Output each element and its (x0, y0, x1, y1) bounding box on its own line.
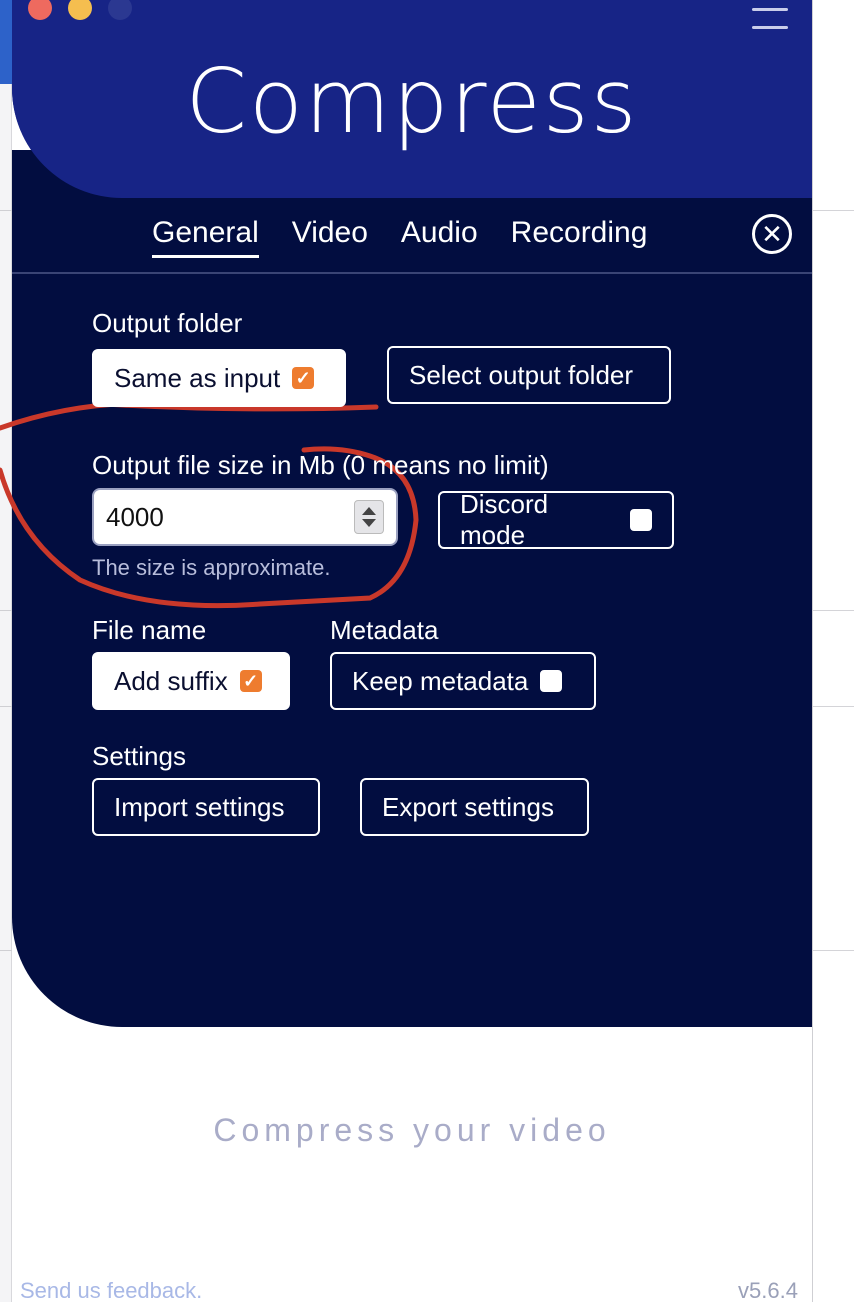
stepper-down-arrow-icon[interactable] (362, 519, 376, 527)
settings-tabs: General Video Audio Recording (152, 214, 647, 258)
keep-metadata-label: Keep metadata (352, 665, 529, 696)
app-logo: Compress (185, 50, 639, 153)
background-divider (0, 610, 12, 611)
close-circle-icon[interactable]: ✕ (752, 214, 792, 254)
file-size-value[interactable]: 4000 (106, 502, 164, 533)
compress-tagline: Compress your video (213, 1112, 611, 1148)
background-divider (0, 950, 12, 951)
select-output-folder-label: Select output folder (409, 359, 634, 390)
discord-mode-toggle[interactable]: Discord mode (438, 489, 674, 550)
background-divider (813, 610, 854, 611)
import-settings-button[interactable]: Import settings (92, 778, 320, 836)
background-divider (0, 210, 12, 211)
same-as-input-label: Same as input (114, 362, 281, 393)
checkbox-empty-icon[interactable] (540, 670, 563, 692)
settings-label: Settings (92, 741, 186, 771)
tab-recording[interactable]: Recording (511, 214, 648, 258)
select-output-folder-button[interactable]: Select output folder (387, 346, 671, 404)
tab-divider (12, 272, 812, 274)
background-divider (0, 706, 12, 707)
tab-general[interactable]: General (152, 214, 259, 258)
hamburger-menu-icon[interactable] (752, 8, 788, 32)
output-folder-label: Output folder (92, 308, 243, 338)
add-suffix-label: Add suffix (114, 665, 228, 696)
metadata-label: Metadata (330, 615, 439, 645)
file-size-hint: The size is approximate. (92, 555, 331, 580)
export-settings-label: Export settings (382, 791, 554, 822)
file-size-label: Output file size in Mb (0 means no limit… (92, 450, 549, 480)
version-label: v5.6.4 (738, 1278, 798, 1302)
number-stepper-icon[interactable] (354, 500, 384, 534)
background-divider (813, 950, 854, 951)
tab-video[interactable]: Video (292, 214, 368, 258)
app-window: Compress General Video Audio Recording ✕… (12, 0, 812, 1302)
same-as-input-toggle[interactable]: Same as input ✓ (92, 349, 346, 407)
export-settings-button[interactable]: Export settings (360, 778, 589, 836)
background-divider (813, 706, 854, 707)
checkbox-empty-icon[interactable] (630, 509, 652, 531)
background-blue-strip (0, 0, 12, 84)
keep-metadata-toggle[interactable]: Keep metadata (330, 652, 596, 710)
discord-mode-label: Discord mode (460, 489, 549, 550)
file-size-input[interactable]: 4000 (92, 488, 398, 546)
add-suffix-toggle[interactable]: Add suffix ✓ (92, 652, 290, 710)
checkmark-icon[interactable]: ✓ (239, 670, 262, 692)
checkmark-icon[interactable]: ✓ (292, 367, 315, 389)
file-name-label: File name (92, 615, 207, 645)
background-window-right (812, 0, 854, 1302)
background-window-left (0, 0, 12, 1302)
tab-audio[interactable]: Audio (401, 214, 478, 258)
stepper-up-arrow-icon[interactable] (362, 507, 376, 515)
import-settings-label: Import settings (114, 791, 285, 822)
feedback-link[interactable]: Send us feedback. (20, 1278, 202, 1302)
background-divider (813, 210, 854, 211)
